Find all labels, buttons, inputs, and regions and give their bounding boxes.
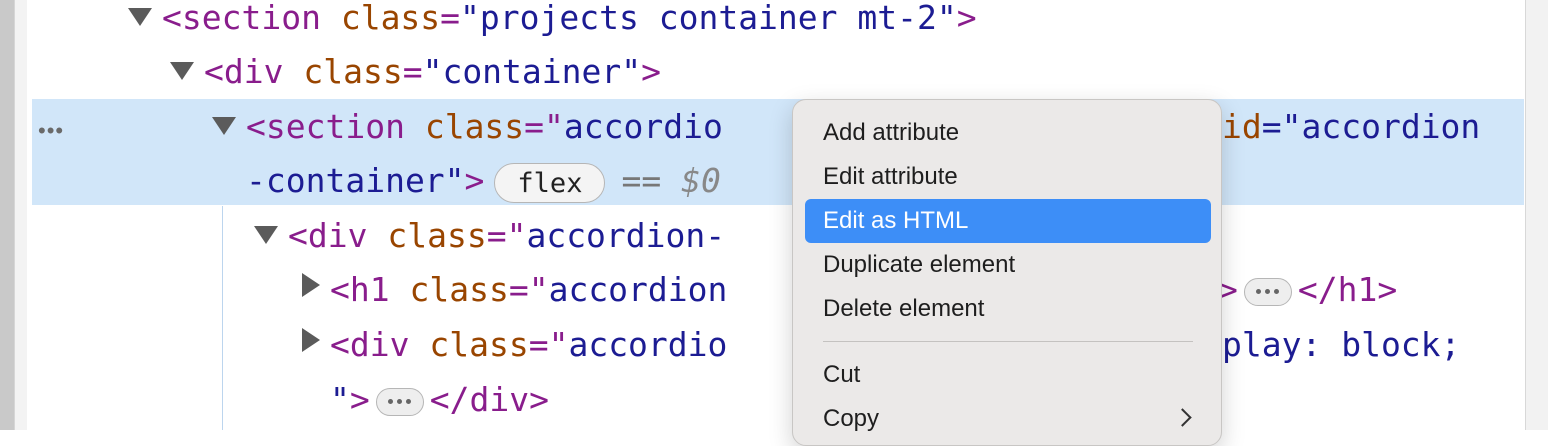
- menu-item-edit-attribute[interactable]: Edit attribute: [805, 155, 1211, 199]
- menu-item-duplicate-element[interactable]: Duplicate element: [805, 243, 1211, 287]
- dom-node-section-accordion-cont: -container"> flex == $0: [246, 161, 721, 203]
- dom-node-section-accordion-id: id="accordion: [1222, 107, 1481, 146]
- dom-node-h1[interactable]: <h1 class="accordion: [330, 270, 727, 310]
- menu-item-add-attribute[interactable]: Add attribute: [805, 111, 1211, 155]
- scrollbar-track[interactable]: [1525, 0, 1548, 430]
- dom-node-section-projects[interactable]: <section class="projects container mt-2"…: [162, 0, 977, 38]
- dom-node-div-style: play: block;: [1222, 325, 1461, 364]
- menu-item-copy[interactable]: Copy: [805, 397, 1211, 441]
- collapsed-content-icon[interactable]: [375, 387, 424, 416]
- dom-node-section-accordion[interactable]: <section class="accordio: [246, 107, 723, 147]
- dom-node-div-container[interactable]: <div class="container">: [204, 52, 661, 92]
- left-gutter: [0, 0, 27, 430]
- menu-item-delete-element[interactable]: Delete element: [805, 287, 1211, 331]
- collapse-triangle-icon[interactable]: [302, 328, 320, 352]
- menu-item-edit-as-html[interactable]: Edit as HTML: [805, 199, 1211, 243]
- expand-triangle-icon[interactable]: [170, 62, 194, 80]
- collapsed-content-icon[interactable]: [1243, 277, 1292, 306]
- chevron-right-icon: [1173, 408, 1192, 427]
- dom-node-div-accordion-body[interactable]: <div class="accordio: [330, 325, 727, 365]
- collapse-triangle-icon[interactable]: [302, 273, 320, 297]
- expand-triangle-icon[interactable]: [212, 117, 236, 135]
- node-options-icon[interactable]: •••: [38, 118, 64, 144]
- expand-triangle-icon[interactable]: [254, 226, 278, 244]
- context-menu: Add attribute Edit attribute Edit as HTM…: [792, 99, 1222, 446]
- flex-badge[interactable]: flex: [494, 162, 606, 203]
- menu-separator: [823, 341, 1193, 342]
- menu-item-copy-label: Copy: [823, 405, 880, 432]
- expand-triangle-icon[interactable]: [128, 8, 152, 26]
- menu-item-cut[interactable]: Cut: [805, 353, 1211, 397]
- dom-node-h1-end: > </h1>: [1218, 270, 1398, 309]
- dom-node-div-accordion[interactable]: <div class="accordion-: [288, 216, 725, 256]
- indent-guide: [222, 206, 223, 430]
- dom-node-div-accordion-body-end: "> </div>: [330, 380, 549, 419]
